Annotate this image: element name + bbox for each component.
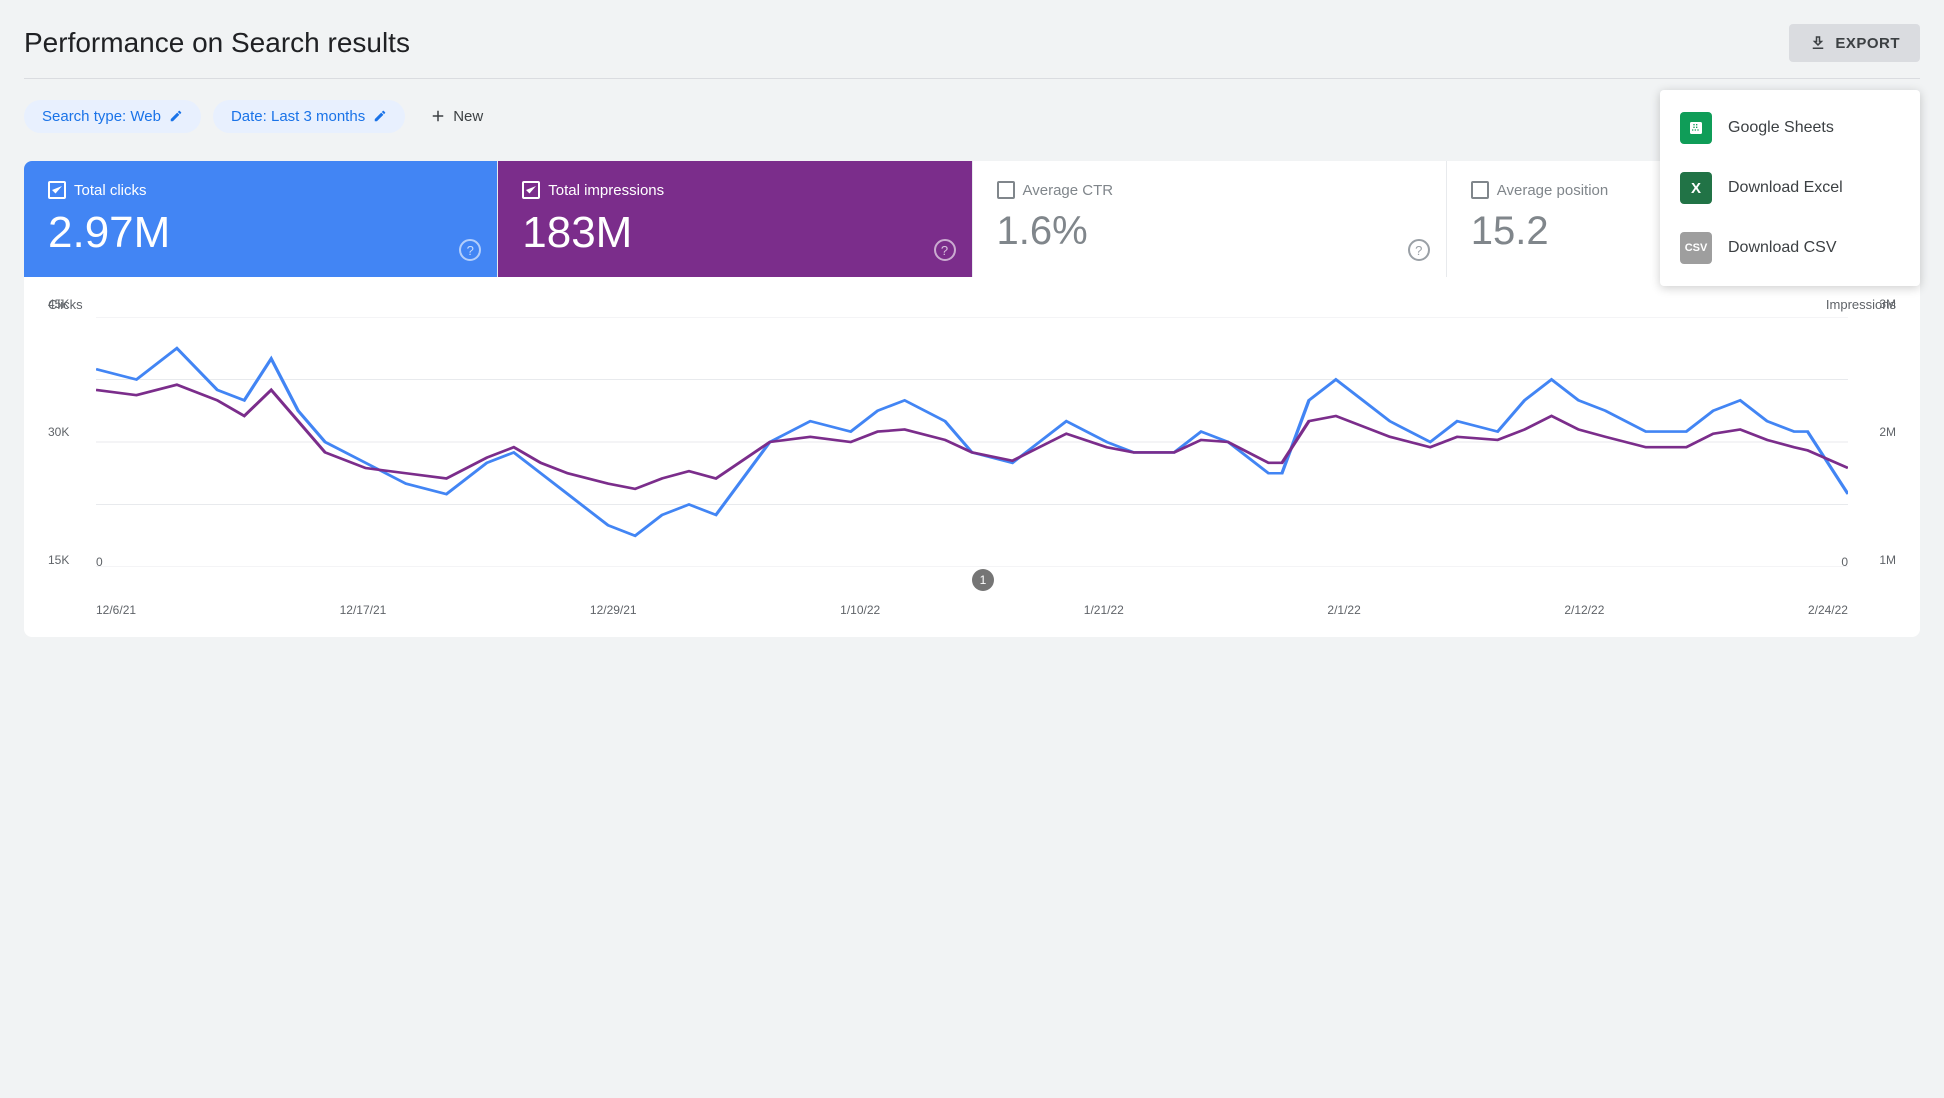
ctr-help-icon[interactable]: ? xyxy=(1408,239,1430,261)
ctr-checkbox[interactable] xyxy=(997,181,1015,199)
chart-area: Clicks Impressions 45K 30K 15K 3M 2M 1M xyxy=(48,297,1896,617)
export-button[interactable]: EXPORT xyxy=(1789,24,1920,62)
x-label-1: 12/17/21 xyxy=(340,603,387,617)
download-icon xyxy=(1809,34,1827,52)
zero-line-row: 0 0 xyxy=(96,555,1848,569)
metric-total-clicks[interactable]: Total clicks 2.97M ? xyxy=(24,161,498,277)
chart-svg xyxy=(96,317,1848,567)
export-dropdown: Google Sheets X Download Excel CSV Downl… xyxy=(1660,90,1920,286)
x-label-6: 2/12/22 xyxy=(1564,603,1604,617)
chart-svg-container xyxy=(96,317,1848,567)
left-label-15k: 15K xyxy=(48,553,69,567)
impressions-label: Total impressions xyxy=(548,182,664,199)
plus-icon xyxy=(429,107,447,125)
excel-icon: X xyxy=(1680,172,1712,204)
filters-row: Search type: Web Date: Last 3 months New xyxy=(24,99,1920,133)
edit-date-icon xyxy=(373,109,387,123)
edit-icon xyxy=(169,109,183,123)
x-label-7: 2/24/22 xyxy=(1808,603,1848,617)
check-impressions-icon xyxy=(525,184,537,196)
metric-average-ctr[interactable]: Average CTR 1.6% ? xyxy=(973,161,1447,277)
download-csv-label: Download CSV xyxy=(1728,239,1837,257)
google-sheets-label: Google Sheets xyxy=(1728,119,1834,137)
impressions-value: 183M xyxy=(522,209,947,257)
left-label-45k: 45K xyxy=(48,297,69,311)
right-zero: 0 xyxy=(1841,555,1848,569)
download-excel-item[interactable]: X Download Excel xyxy=(1660,158,1920,218)
clicks-label: Total clicks xyxy=(74,182,147,199)
clicks-checkbox[interactable] xyxy=(48,181,66,199)
metrics-row: Total clicks 2.97M ? Total impressions 1… xyxy=(24,161,1920,277)
annotation-dot[interactable]: 1 xyxy=(972,569,994,591)
chart-section: Clicks Impressions 45K 30K 15K 3M 2M 1M xyxy=(24,277,1920,637)
x-axis-labels: 12/6/21 12/17/21 12/29/21 1/10/22 1/21/2… xyxy=(96,603,1848,617)
csv-icon: CSV xyxy=(1680,232,1712,264)
left-axis-labels: 45K 30K 15K xyxy=(48,297,69,617)
left-label-30k: 30K xyxy=(48,425,69,439)
impressions-checkbox[interactable] xyxy=(522,181,540,199)
x-label-3: 1/10/22 xyxy=(840,603,880,617)
download-csv-item[interactable]: CSV Download CSV xyxy=(1660,218,1920,278)
clicks-value: 2.97M xyxy=(48,209,473,257)
new-filter-button[interactable]: New xyxy=(417,99,495,133)
x-label-4: 1/21/22 xyxy=(1084,603,1124,617)
left-zero: 0 xyxy=(96,555,103,569)
right-label-1m: 1M xyxy=(1879,553,1896,567)
header-divider xyxy=(24,78,1920,79)
impressions-help-icon[interactable]: ? xyxy=(934,239,956,261)
ctr-value: 1.6% xyxy=(997,209,1422,253)
page-title: Performance on Search results xyxy=(24,27,410,59)
right-label-3m: 3M xyxy=(1879,297,1896,311)
position-label: Average position xyxy=(1497,182,1608,199)
right-axis-labels: 3M 2M 1M xyxy=(1879,297,1896,617)
ctr-label: Average CTR xyxy=(1023,182,1114,199)
date-filter[interactable]: Date: Last 3 months xyxy=(213,100,405,133)
google-sheets-item[interactable]: Google Sheets xyxy=(1660,98,1920,158)
x-label-0: 12/6/21 xyxy=(96,603,136,617)
metric-total-impressions[interactable]: Total impressions 183M ? xyxy=(498,161,972,277)
search-type-filter[interactable]: Search type: Web xyxy=(24,100,201,133)
x-label-5: 2/1/22 xyxy=(1327,603,1360,617)
position-checkbox[interactable] xyxy=(1471,181,1489,199)
google-sheets-icon xyxy=(1680,112,1712,144)
check-icon xyxy=(51,184,63,196)
x-label-2: 12/29/21 xyxy=(590,603,637,617)
right-label-2m: 2M xyxy=(1879,425,1896,439)
download-excel-label: Download Excel xyxy=(1728,179,1843,197)
clicks-help-icon[interactable]: ? xyxy=(459,239,481,261)
